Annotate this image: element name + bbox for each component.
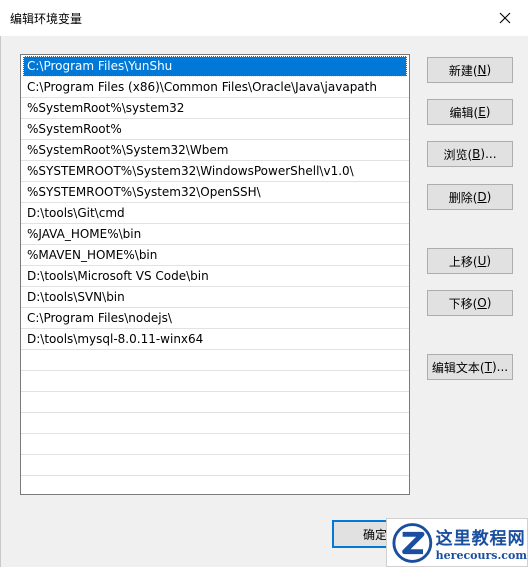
watermark-title: 这里教程网 <box>435 528 526 549</box>
edit-button-suffix: ) <box>485 105 491 119</box>
window-left-edge <box>0 36 1 567</box>
edit-text-button-label: 编辑文本( <box>431 360 485 375</box>
new-button-label: 新建( <box>448 63 478 78</box>
delete-button[interactable]: 删除(D) <box>427 184 513 210</box>
close-icon <box>499 12 511 24</box>
site-watermark: 这里教程网 herecours.com <box>386 518 528 567</box>
edit-environment-variable-dialog: 编辑环境变量 C:\Program Files\YunShu C:\Program… <box>0 0 528 567</box>
edit-button-label: 编辑( <box>449 105 479 120</box>
new-button[interactable]: 新建(N) <box>427 57 513 83</box>
browse-button-label: 浏览( <box>443 147 473 162</box>
watermark-url: herecours.com <box>435 548 527 562</box>
move-down-button-label: 下移( <box>448 296 478 311</box>
empty-list-row <box>21 413 409 434</box>
edit-button[interactable]: 编辑(E) <box>427 99 513 125</box>
move-down-button-accel-key: O <box>477 296 487 310</box>
path-list-item[interactable]: %SYSTEMROOT%\System32\WindowsPowerShell\… <box>21 161 409 182</box>
move-down-button-suffix: ) <box>486 296 492 310</box>
title-bar: 编辑环境变量 <box>0 0 528 36</box>
path-list-item[interactable]: C:\Program Files\YunShu <box>23 56 407 77</box>
move-down-button[interactable]: 下移(O) <box>427 290 513 316</box>
path-list-item[interactable]: %JAVA_HOME%\bin <box>21 224 409 245</box>
path-list-item[interactable]: %SystemRoot%\System32\Wbem <box>21 140 409 161</box>
edit-button-accel-key: E <box>478 105 486 119</box>
edit-text-button[interactable]: 编辑文本(T)... <box>427 354 513 380</box>
site-logo-icon <box>392 522 433 563</box>
ok-button-label: 确定 <box>362 527 387 542</box>
delete-button-label: 删除( <box>448 190 478 205</box>
empty-list-row <box>21 455 409 476</box>
path-list-item[interactable]: C:\Program Files (x86)\Common Files\Orac… <box>21 77 409 98</box>
path-list-item[interactable]: D:\tools\Microsoft VS Code\bin <box>21 266 409 287</box>
window-title: 编辑环境变量 <box>10 12 83 26</box>
path-list-item[interactable]: D:\tools\SVN\bin <box>21 287 409 308</box>
move-up-button[interactable]: 上移(U) <box>427 248 513 274</box>
empty-list-row <box>21 392 409 413</box>
browse-button-accel-key: B <box>472 147 481 161</box>
empty-list-row <box>21 434 409 455</box>
empty-list-row <box>21 371 409 392</box>
close-button[interactable] <box>482 0 528 36</box>
empty-list-row <box>21 476 409 494</box>
path-list-item[interactable]: %SystemRoot%\system32 <box>21 98 409 119</box>
browse-button-suffix: )... <box>480 147 497 161</box>
path-list-item[interactable]: D:\tools\mysql-8.0.11-winx64 <box>21 329 409 350</box>
path-list-item[interactable]: D:\tools\Git\cmd <box>21 203 409 224</box>
move-up-button-label: 上移( <box>448 254 478 269</box>
empty-list-row <box>21 350 409 371</box>
delete-button-accel-key: D <box>477 190 487 204</box>
edit-text-button-accel-key: T <box>484 360 492 374</box>
path-list-item[interactable]: %SystemRoot% <box>21 119 409 140</box>
move-up-button-suffix: ) <box>486 254 492 268</box>
path-list-item[interactable]: %SYSTEMROOT%\System32\OpenSSH\ <box>21 182 409 203</box>
path-list-item[interactable]: C:\Program Files\nodejs\ <box>21 308 409 329</box>
browse-button[interactable]: 浏览(B)... <box>427 141 513 167</box>
new-button-suffix: ) <box>486 63 492 77</box>
path-list[interactable]: C:\Program Files\YunShu C:\Program Files … <box>20 54 410 495</box>
edit-text-button-suffix: )... <box>491 360 509 374</box>
path-list-item[interactable]: %MAVEN_HOME%\bin <box>21 245 409 266</box>
new-button-accel-key: N <box>477 63 487 77</box>
move-up-button-accel-key: U <box>477 254 487 268</box>
delete-button-suffix: ) <box>486 190 492 204</box>
